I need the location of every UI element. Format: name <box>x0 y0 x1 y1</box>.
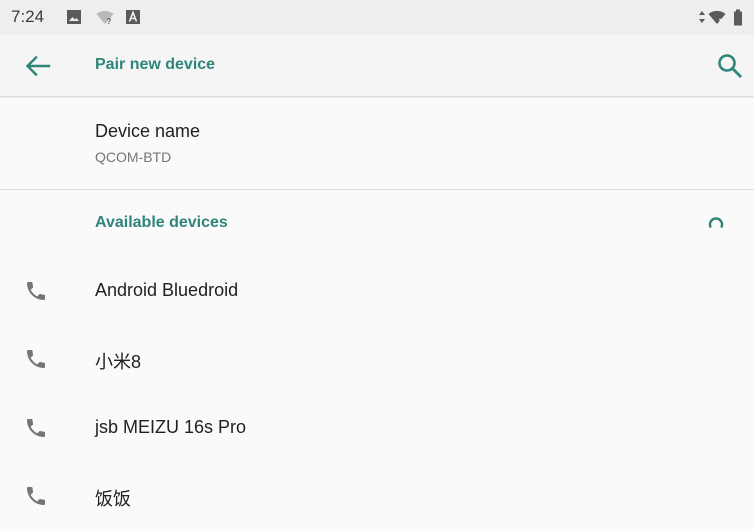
device-name: 饭饭 <box>95 489 131 509</box>
search-button[interactable] <box>716 52 744 80</box>
status-time: 7:24 <box>11 7 45 26</box>
back-button[interactable] <box>24 54 52 78</box>
device-name: jsb MEIZU 16s Pro <box>95 417 247 437</box>
device-name: 小米8 <box>95 352 142 372</box>
device-name-value: QCOM-BTD <box>95 149 172 165</box>
battery-icon <box>734 9 742 26</box>
phone-icon <box>27 282 45 300</box>
phone-icon <box>27 487 45 505</box>
available-devices-header: Available devices <box>95 214 228 231</box>
divider <box>0 189 754 190</box>
device-row-meizu-16s-pro[interactable]: jsb MEIZU 16s Pro <box>0 393 754 461</box>
a-notification-icon <box>126 10 140 24</box>
device-name-label: Device name <box>95 121 201 141</box>
phone-icon <box>27 419 45 437</box>
status-bar: 7:24 ? <box>0 0 754 34</box>
spinner-icon <box>708 217 724 229</box>
image-icon <box>67 10 81 24</box>
device-row-xiaomi8[interactable]: 小米8 <box>0 324 754 392</box>
svg-text:?: ? <box>107 17 112 25</box>
wifi-off-icon <box>708 10 726 25</box>
search-icon <box>718 54 742 78</box>
device-name-row[interactable]: Device name QCOM-BTD <box>0 96 754 190</box>
device-row-fanfan[interactable]: 饭饭 <box>0 461 754 529</box>
device-row-android-bluedroid[interactable]: Android Bluedroid <box>0 256 754 324</box>
wifi-question-icon: ? <box>96 10 114 25</box>
arrow-back-icon <box>25 55 51 77</box>
device-name: Android Bluedroid <box>95 280 239 300</box>
page-title: Pair new device <box>95 56 216 73</box>
data-arrows-icon <box>699 11 705 23</box>
phone-icon <box>27 350 45 368</box>
app-bar: Pair new device <box>0 34 754 96</box>
